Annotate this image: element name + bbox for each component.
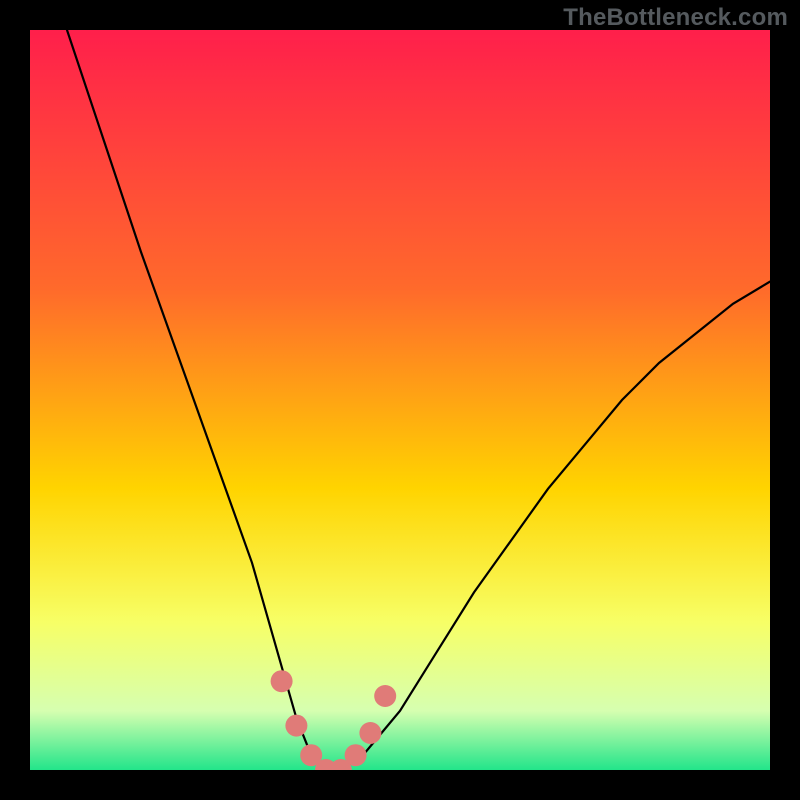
plot-area [30,30,770,770]
marker-dot [271,670,293,692]
chart-canvas [30,30,770,770]
gradient-background [30,30,770,770]
marker-dot [285,715,307,737]
marker-dot [359,722,381,744]
outer-frame: TheBottleneck.com [0,0,800,800]
marker-dot [374,685,396,707]
marker-dot [345,744,367,766]
watermark-text: TheBottleneck.com [563,4,788,32]
